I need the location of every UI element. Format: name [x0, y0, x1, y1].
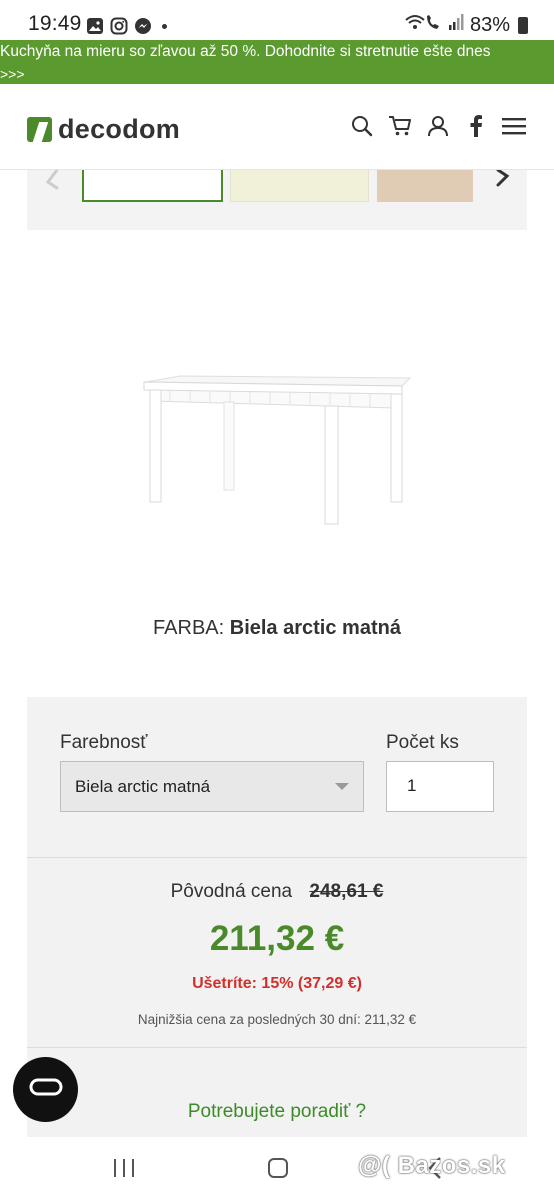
system-icons: 83% — [404, 12, 528, 38]
color-select-value: Biela arctic matná — [75, 777, 211, 796]
logo-mark-icon — [27, 117, 52, 142]
messenger-icon — [134, 17, 152, 35]
facebook-icon[interactable] — [464, 114, 488, 138]
chat-icon — [29, 1077, 63, 1102]
savings-text: Ušetríte: 15% (37,29 €) — [192, 975, 362, 992]
chat-button[interactable] — [13, 1057, 78, 1122]
cart-icon[interactable] — [388, 114, 412, 138]
home-icon[interactable] — [268, 1158, 288, 1178]
instagram-icon — [110, 17, 128, 35]
user-icon[interactable] — [426, 114, 450, 138]
color-select-label: Farebnosť — [60, 732, 148, 753]
header-actions — [350, 114, 526, 138]
site-logo[interactable]: decodom — [27, 114, 180, 145]
site-header: decodom — [0, 84, 554, 170]
quantity-input[interactable]: 1 — [386, 761, 494, 812]
thumbnail-beige[interactable] — [377, 170, 473, 202]
recents-icon[interactable] — [113, 1158, 135, 1178]
product-image[interactable] — [140, 368, 415, 528]
purchase-panel: Farebnosť Počet ks Biela arctic matná 1 … — [27, 697, 527, 1137]
quantity-value: 1 — [407, 776, 417, 795]
android-nav-bar: @( Bazos.sk — [0, 1140, 554, 1200]
chevron-down-icon — [335, 783, 349, 790]
menu-icon[interactable] — [502, 114, 526, 138]
status-time: 19:49 — [28, 12, 82, 35]
color-label: FARBA: — [153, 617, 225, 639]
gallery-icon — [86, 17, 104, 35]
signal-icon — [448, 13, 464, 37]
quantity-label: Počet ks — [386, 732, 459, 753]
battery-percent: 83% — [469, 13, 510, 36]
wifi-call-icon — [404, 12, 442, 38]
color-value: Biela arctic matná — [229, 617, 401, 639]
thumbnail-cream[interactable] — [230, 170, 369, 202]
lowest-price-note: Najnižšia cena za posledných 30 dní: 211… — [137, 1012, 417, 1027]
logo-text: decodom — [58, 114, 181, 144]
color-select[interactable]: Biela arctic matná — [60, 761, 364, 812]
original-price-label: Pôvodná cena — [170, 881, 293, 902]
thumbnail-white[interactable] — [82, 170, 223, 202]
chevron-left-icon[interactable] — [39, 168, 63, 194]
advice-link[interactable]: Potrebujete poradiť ? — [27, 1101, 527, 1123]
divider — [27, 1047, 527, 1048]
more-notifications-dot — [162, 23, 167, 29]
promo-banner[interactable]: Kuchyňa na mieru so zľavou až 50 %. Doho… — [0, 40, 554, 84]
selected-color-line: FARBA: Biela arctic matná — [0, 617, 554, 640]
search-icon[interactable] — [350, 114, 374, 138]
original-price: 248,61 € — [309, 881, 384, 902]
watermark: @( Bazos.sk — [358, 1152, 506, 1179]
status-bar: 19:49 83% — [0, 0, 554, 40]
current-price: 211,32 € — [209, 919, 345, 958]
original-price-row: Pôvodná cena 248,61 € — [27, 881, 527, 903]
battery-icon — [518, 16, 528, 34]
thumbnail-gallery — [27, 168, 527, 230]
notification-icons — [86, 16, 167, 36]
chevron-right-icon[interactable] — [492, 168, 516, 194]
promo-more-link[interactable]: >>> — [0, 66, 25, 82]
promo-text[interactable]: Kuchyňa na mieru so zľavou až 50 %. Doho… — [0, 41, 540, 62]
divider — [27, 857, 527, 858]
